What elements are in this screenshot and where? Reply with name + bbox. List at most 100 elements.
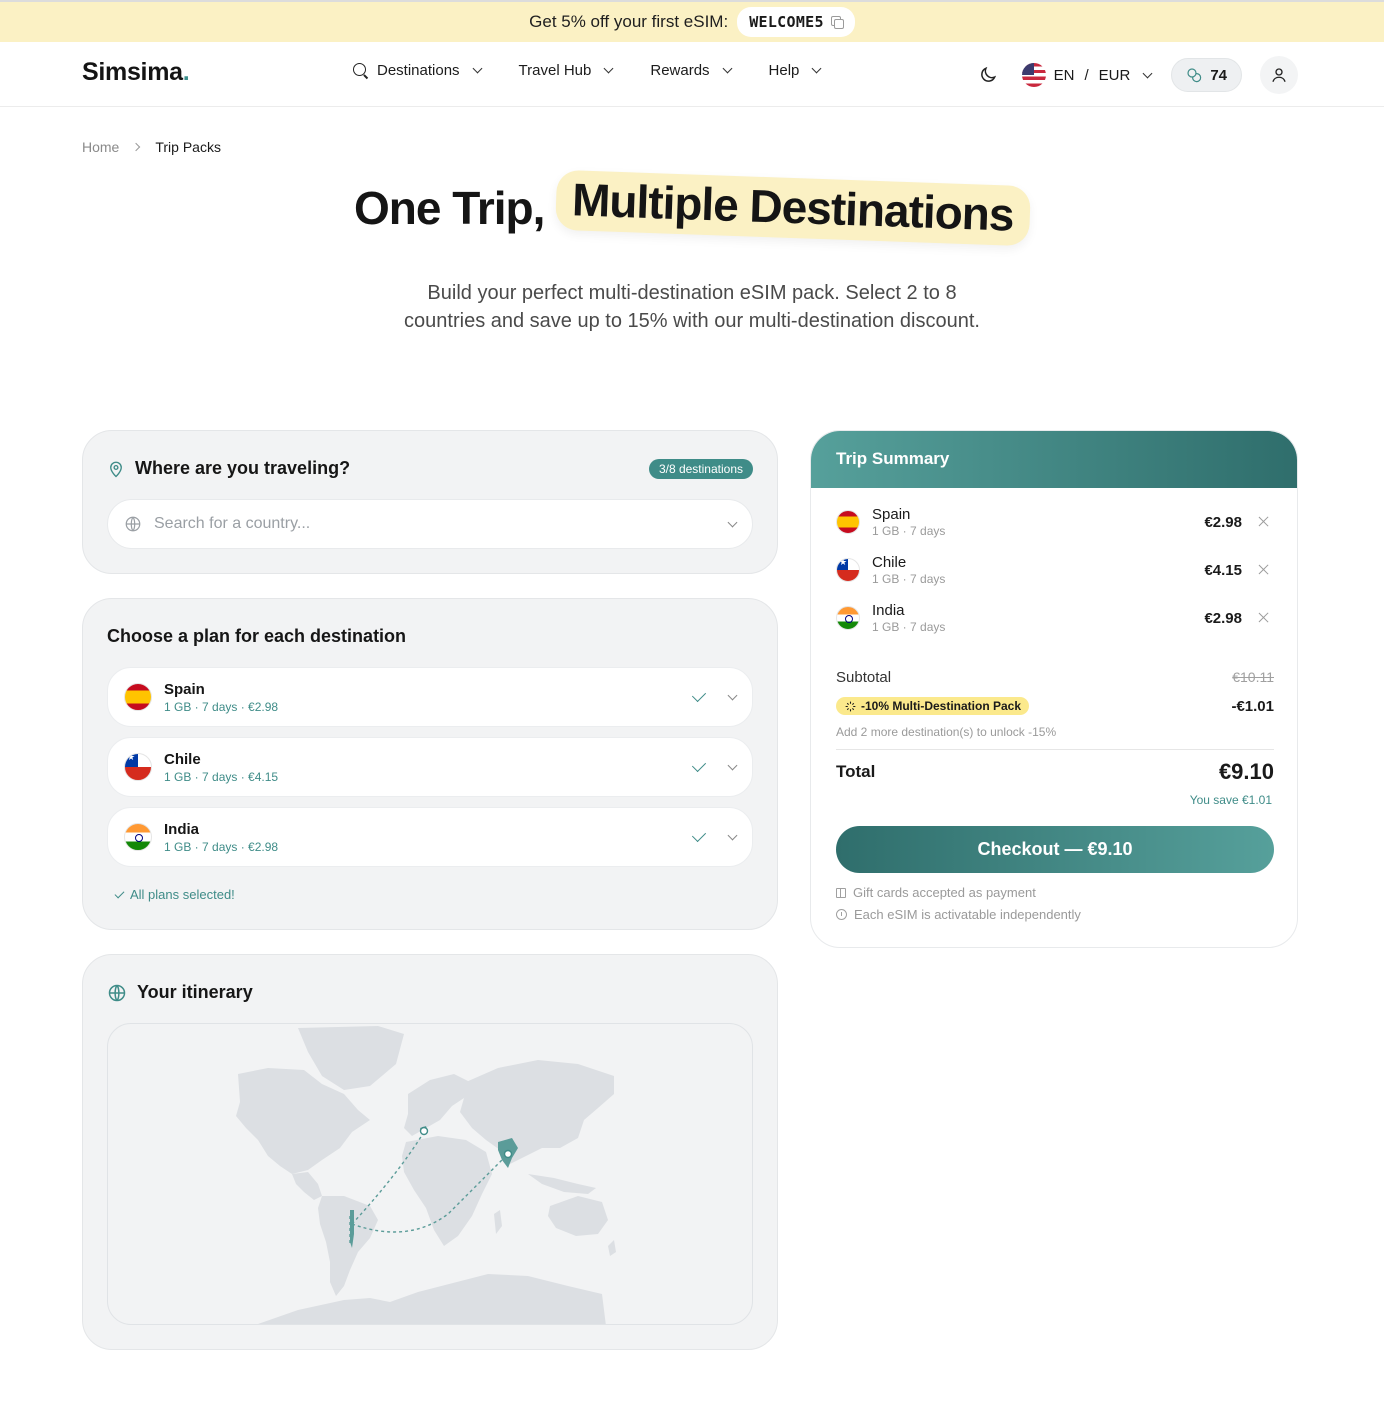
chile-flag-icon bbox=[124, 753, 152, 781]
summary-row-spain: Spain 1 GB · 7 days €2.98 bbox=[836, 502, 1274, 542]
australia-shape bbox=[548, 1196, 608, 1236]
nav-help[interactable]: Help bbox=[769, 62, 823, 79]
promo-code-chip[interactable]: WELCOME5 bbox=[737, 7, 855, 37]
activation-note-text: Each eSIM is activatable independently bbox=[854, 907, 1081, 922]
summary-price: €4.15 bbox=[1204, 561, 1242, 579]
coins-icon bbox=[1187, 68, 1202, 83]
world-map bbox=[236, 1026, 616, 1324]
logo-dot: . bbox=[182, 58, 190, 86]
country-search-input[interactable] bbox=[154, 515, 729, 533]
summary-country: Spain bbox=[872, 506, 911, 523]
close-icon[interactable] bbox=[1258, 612, 1270, 624]
asia-shape bbox=[460, 1060, 614, 1164]
close-icon[interactable] bbox=[1258, 564, 1270, 576]
summary-row-chile: Chile 1 GB · 7 days €4.15 bbox=[836, 550, 1274, 590]
india-marker bbox=[503, 1149, 513, 1159]
logo[interactable]: Simsima. bbox=[82, 58, 190, 87]
plan-detail: 1 GB · 7 days · €2.98 bbox=[164, 699, 279, 714]
total-label: Total bbox=[836, 762, 876, 781]
header-tools: EN / EUR 74 bbox=[978, 56, 1298, 94]
chevron-down-icon bbox=[1142, 68, 1153, 78]
breadcrumb-home[interactable]: Home bbox=[82, 139, 119, 155]
map-pin-icon bbox=[110, 461, 122, 477]
nav-rewards-label: Rewards bbox=[650, 62, 710, 79]
gift-card-note-text: Gift cards accepted as payment bbox=[853, 885, 1036, 900]
activation-note: Each eSIM is activatable independently bbox=[836, 907, 1081, 922]
divider bbox=[836, 749, 1274, 750]
plan-row-chile[interactable]: Chile 1 GB · 7 days · €4.15 bbox=[107, 737, 753, 797]
gift-card-note: Gift cards accepted as payment bbox=[836, 885, 1036, 900]
destination-search-card: Where are you traveling? 3/8 destination… bbox=[82, 430, 778, 574]
page-title-highlight: Multiple Destinations bbox=[555, 169, 1031, 247]
nav-travel-hub[interactable]: Travel Hub bbox=[519, 62, 615, 79]
country-search-field[interactable] bbox=[107, 499, 753, 549]
close-icon[interactable] bbox=[1258, 516, 1270, 528]
india-flag-icon bbox=[836, 606, 860, 630]
page-subtitle-line2: countries and save up to 15% with our mu… bbox=[404, 310, 980, 332]
checkout-button[interactable]: Checkout — €9.10 bbox=[836, 826, 1274, 873]
summary-detail: 1 GB · 7 days bbox=[872, 572, 946, 586]
itinerary-heading: Your itinerary bbox=[107, 982, 253, 1003]
globe-icon bbox=[108, 984, 126, 1001]
chevron-down-icon[interactable] bbox=[727, 690, 738, 700]
language-separator: / bbox=[1084, 66, 1089, 84]
breadcrumb: Home Trip Packs bbox=[82, 139, 221, 155]
nav-rewards[interactable]: Rewards bbox=[650, 62, 732, 79]
south-america-shape bbox=[318, 1196, 378, 1296]
moon-icon[interactable] bbox=[978, 65, 998, 85]
plan-country: India bbox=[164, 820, 200, 838]
nav-destinations-label: Destinations bbox=[377, 62, 460, 79]
nav-travel-hub-label: Travel Hub bbox=[518, 62, 592, 79]
plan-row-india[interactable]: India 1 GB · 7 days · €2.98 bbox=[107, 807, 753, 867]
copy-icon[interactable] bbox=[830, 16, 844, 29]
promo-banner: Get 5% off your first eSIM: WELCOME5 bbox=[0, 0, 1384, 42]
discount-label: -10% Multi-Destination Pack bbox=[861, 699, 1022, 713]
new-zealand-shape bbox=[608, 1240, 616, 1256]
antarctica-shape bbox=[258, 1274, 606, 1324]
subtotal-row: Subtotal €10.11 bbox=[836, 669, 1274, 686]
info-icon bbox=[836, 909, 847, 920]
itinerary-title: Your itinerary bbox=[137, 982, 253, 1002]
summary-info: India 1 GB · 7 days bbox=[872, 602, 1204, 634]
plan-detail: 1 GB · 7 days · €4.15 bbox=[164, 769, 279, 784]
page-title-plain: One Trip, bbox=[354, 182, 545, 234]
plans-card: Choose a plan for each destination Spain… bbox=[82, 598, 778, 930]
summary-info: Spain 1 GB · 7 days bbox=[872, 506, 1204, 538]
rewards-points-button[interactable]: 74 bbox=[1171, 58, 1242, 92]
central-america-shape bbox=[292, 1172, 322, 1200]
nav-destinations[interactable]: Destinations bbox=[352, 62, 483, 79]
trip-summary: Trip Summary Spain 1 GB · 7 days €2.98 C… bbox=[810, 430, 1298, 948]
chevron-down-icon[interactable] bbox=[727, 830, 738, 840]
summary-country: India bbox=[872, 602, 905, 619]
plan-country: Chile bbox=[164, 750, 201, 768]
plans-heading: Choose a plan for each destination bbox=[107, 626, 406, 647]
language-currency-selector[interactable]: EN / EUR bbox=[1021, 63, 1154, 87]
unlock-hint: Add 2 more destination(s) to unlock -15% bbox=[836, 725, 1057, 739]
chile-flag-icon bbox=[836, 558, 860, 582]
promo-code: WELCOME5 bbox=[749, 13, 824, 31]
promo-text: Get 5% off your first eSIM: bbox=[529, 12, 729, 31]
destination-search-title: Where are you traveling? bbox=[135, 458, 351, 478]
user-icon bbox=[1272, 68, 1286, 82]
summary-row-india: India 1 GB · 7 days €2.98 bbox=[836, 598, 1274, 638]
account-button[interactable] bbox=[1260, 56, 1298, 94]
chevron-down-icon[interactable] bbox=[727, 760, 738, 770]
summary-price: €2.98 bbox=[1204, 513, 1242, 531]
destination-search-heading: Where are you traveling? bbox=[107, 458, 350, 479]
sparkle-icon bbox=[845, 701, 856, 711]
plans-title: Choose a plan for each destination bbox=[107, 626, 407, 646]
chevron-down-icon[interactable] bbox=[727, 517, 738, 527]
plan-detail: 1 GB · 7 days · €2.98 bbox=[164, 839, 279, 854]
page-title: One Trip, Multiple Destinations bbox=[354, 169, 1031, 247]
language-label: EN bbox=[1053, 66, 1075, 84]
us-flag-icon bbox=[1021, 63, 1046, 87]
plan-country: Spain bbox=[164, 680, 205, 698]
plan-row-spain[interactable]: Spain 1 GB · 7 days · €2.98 bbox=[107, 667, 753, 727]
itinerary-map[interactable] bbox=[107, 1023, 753, 1325]
chevron-down-icon bbox=[722, 63, 732, 74]
plans-status-text: All plans selected! bbox=[130, 887, 235, 902]
check-icon bbox=[114, 888, 125, 898]
africa-shape bbox=[402, 1136, 492, 1246]
destination-count-badge: 3/8 destinations bbox=[648, 459, 753, 479]
summary-detail: 1 GB · 7 days bbox=[872, 524, 946, 538]
